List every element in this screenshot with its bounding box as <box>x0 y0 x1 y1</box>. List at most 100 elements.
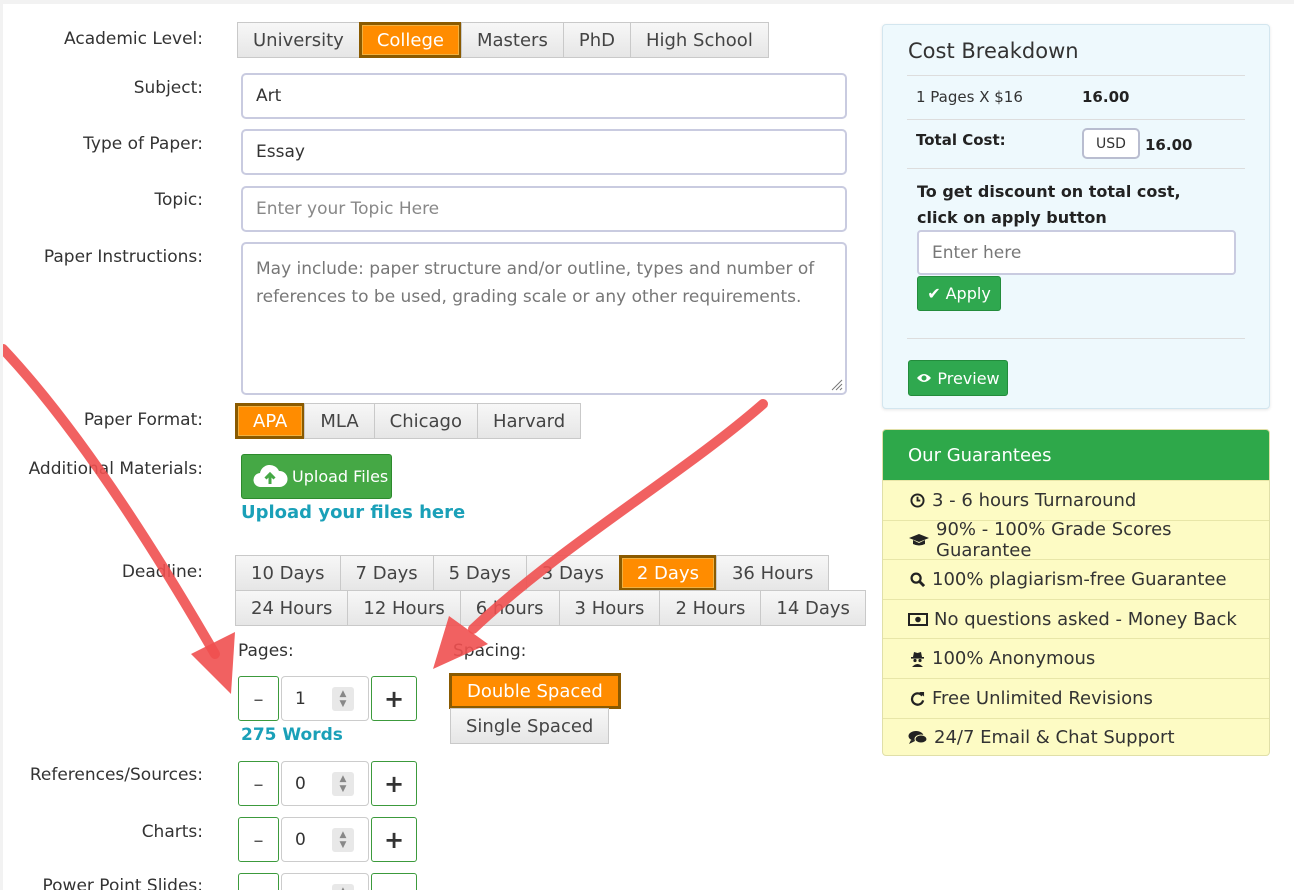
check-icon: ✔ <box>927 284 941 303</box>
academic-level-label: Academic Level: <box>64 29 203 49</box>
deadline-36-hours-button[interactable]: 36 Hours <box>715 555 830 591</box>
preview-label: Preview <box>937 368 1000 388</box>
deadline-24-hours-button[interactable]: 24 Hours <box>235 590 349 626</box>
slides-input[interactable]: ▲▼ <box>281 873 369 890</box>
deadline-2-hours-button[interactable]: 2 Hours <box>659 590 762 626</box>
search-icon <box>908 572 926 587</box>
format-harvard-button[interactable]: Harvard <box>476 403 582 439</box>
slides-plus-button[interactable] <box>371 873 417 890</box>
deadline-12-hours-button[interactable]: 12 Hours <box>347 590 461 626</box>
upload-files-label: Upload Files <box>292 467 389 486</box>
deadline-3-days-button[interactable]: 3 Days <box>525 555 620 591</box>
order-form-page: Academic Level: University College Maste… <box>3 4 1294 890</box>
charts-stepper: – 0 ▲ ▼ + <box>238 817 417 862</box>
slides-minus-button[interactable] <box>238 873 279 890</box>
divider <box>907 75 1245 76</box>
single-spaced-button[interactable]: Single Spaced <box>450 708 610 744</box>
format-chicago-button[interactable]: Chicago <box>373 403 478 439</box>
instructions-textarea[interactable]: May include: paper structure and/or outl… <box>241 242 847 395</box>
paper-format-label: Paper Format: <box>83 410 203 430</box>
guarantee-item: 90% - 100% Grade Scores Guarantee <box>883 519 1269 561</box>
resize-handle-icon[interactable] <box>829 377 843 391</box>
guarantee-text: 24/7 Email & Chat Support <box>934 727 1175 749</box>
guarantee-item: 24/7 Email & Chat Support <box>883 717 1269 755</box>
charts-spinner-icon[interactable]: ▲ ▼ <box>332 828 354 852</box>
upload-files-button[interactable]: Upload Files <box>241 454 392 499</box>
charts-plus-button[interactable]: + <box>371 817 417 862</box>
type-of-paper-select[interactable]: Essay <box>241 129 847 175</box>
materials-label: Additional Materials: <box>28 459 203 479</box>
left-arrow-shaft <box>3 344 220 659</box>
deadline-14-days-button[interactable]: 14 Days <box>760 590 866 626</box>
paper-format-group: APA MLA Chicago Harvard <box>235 403 582 439</box>
deadline-7-days-button[interactable]: 7 Days <box>339 555 434 591</box>
level-masters-button[interactable]: Masters <box>460 22 564 58</box>
divider <box>907 168 1245 169</box>
references-plus-button[interactable]: + <box>371 761 417 806</box>
guarantee-text: Free Unlimited Revisions <box>932 687 1153 709</box>
clock-icon <box>908 493 926 508</box>
subject-select[interactable]: Art <box>241 73 847 119</box>
guarantee-item: 100% Anonymous <box>883 638 1269 678</box>
charts-input[interactable]: 0 ▲ ▼ <box>281 817 369 862</box>
references-input[interactable]: 0 ▲ ▼ <box>281 761 369 806</box>
eye-icon <box>917 374 932 382</box>
divider <box>907 338 1245 339</box>
deadline-10-days-button[interactable]: 10 Days <box>235 555 341 591</box>
subject-label: Subject: <box>133 78 203 98</box>
pages-value: 1 <box>295 688 306 709</box>
left-arrow-head <box>191 632 235 694</box>
refresh-icon <box>908 691 926 706</box>
guarantee-item: No questions asked - Money Back <box>883 598 1269 639</box>
references-value: 0 <box>295 773 306 794</box>
references-spinner-icon[interactable]: ▲ ▼ <box>332 772 354 796</box>
preview-button[interactable]: Preview <box>908 360 1008 396</box>
references-minus-button[interactable]: – <box>238 761 279 806</box>
charts-minus-button[interactable]: – <box>238 817 279 862</box>
charts-value: 0 <box>295 829 306 850</box>
pages-minus-button[interactable]: – <box>238 676 279 721</box>
discount-text: To get discount on total cost, click on … <box>917 182 1181 227</box>
pages-cost-line: 1 Pages X $16 <box>916 88 1023 106</box>
cost-breakdown-title: Cost Breakdown <box>908 39 1079 63</box>
total-cost-label: Total Cost: <box>916 131 1006 149</box>
pages-input[interactable]: 1 ▲ ▼ <box>281 676 369 721</box>
deadline-3-hours-button[interactable]: 3 Hours <box>558 590 661 626</box>
level-phd-button[interactable]: PhD <box>562 22 631 58</box>
cost-breakdown-panel: Cost Breakdown 1 Pages X $16 16.00 Total… <box>882 24 1270 409</box>
level-university-button[interactable]: University <box>237 22 360 58</box>
pages-label: Pages: <box>238 641 294 661</box>
format-apa-button[interactable]: APA <box>235 403 306 439</box>
charts-label: Charts: <box>141 822 203 842</box>
format-mla-button[interactable]: MLA <box>304 403 375 439</box>
pages-cost-amount: 16.00 <box>1082 88 1130 106</box>
money-icon <box>908 612 928 626</box>
deadline-2-days-button[interactable]: 2 Days <box>618 555 717 591</box>
guarantee-item: 100% plagiarism-free Guarantee <box>883 559 1269 599</box>
deadline-row-1: 10 Days 7 Days 5 Days 3 Days 2 Days 36 H… <box>235 555 830 591</box>
guarantee-text: 100% Anonymous <box>932 648 1096 670</box>
discount-code-input[interactable]: Enter here <box>917 230 1236 275</box>
guarantees-title: Our Guarantees <box>883 430 1269 480</box>
level-high-school-button[interactable]: High School <box>629 22 769 58</box>
instructions-label: Paper Instructions: <box>43 247 203 267</box>
double-spaced-button[interactable]: Double Spaced <box>449 673 621 709</box>
apply-discount-button[interactable]: ✔ Apply <box>917 276 1001 311</box>
currency-select[interactable]: USD <box>1082 128 1140 159</box>
slides-spinner-icon[interactable]: ▲▼ <box>332 884 354 890</box>
guarantee-text: No questions asked - Money Back <box>934 608 1237 630</box>
deadline-5-days-button[interactable]: 5 Days <box>432 555 527 591</box>
apply-label: Apply <box>945 284 991 303</box>
upload-files-link[interactable]: Upload your files here <box>241 502 465 523</box>
references-stepper: – 0 ▲ ▼ + <box>238 761 417 806</box>
pages-plus-button[interactable]: + <box>371 676 417 721</box>
graduation-cap-icon <box>908 533 930 547</box>
level-college-button[interactable]: College <box>358 22 462 58</box>
cloud-upload-icon <box>253 464 288 487</box>
user-secret-icon <box>908 651 926 667</box>
deadline-6-hours-button[interactable]: 6 hours <box>459 590 560 626</box>
word-count: 275 Words <box>241 725 343 745</box>
topic-label: Topic: <box>154 190 204 210</box>
pages-spinner-icon[interactable]: ▲ ▼ <box>332 687 354 711</box>
topic-input[interactable]: Enter your Topic Here <box>241 186 847 232</box>
